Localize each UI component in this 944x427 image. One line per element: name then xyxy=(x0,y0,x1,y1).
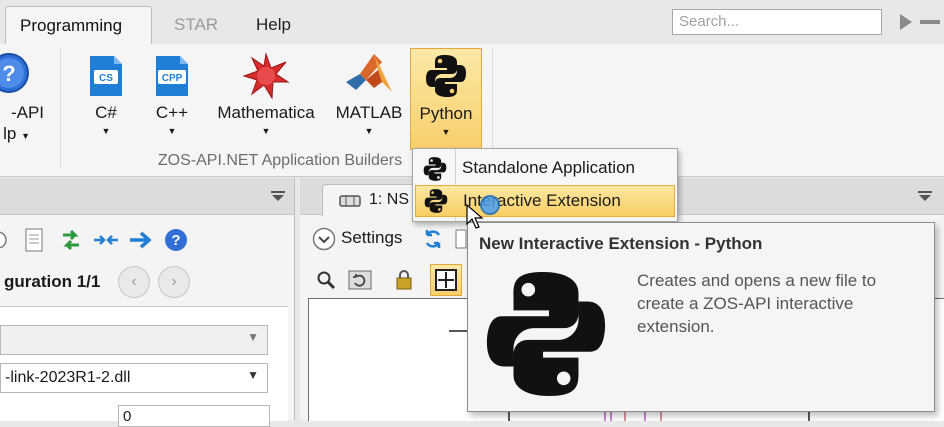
csharp-icon-text: CS xyxy=(99,73,113,84)
ribbon-options-icon[interactable] xyxy=(890,10,944,34)
cpp-file-icon: CPP xyxy=(156,56,188,96)
search-box xyxy=(672,9,882,35)
search-input[interactable] xyxy=(673,10,881,32)
mouse-cursor-icon xyxy=(466,204,484,229)
left-pane: ? guration 1/1 ‹ › ▼ -link-2023R1-2.dll … xyxy=(0,178,295,427)
dll-select-value: -link-2023R1-2.dll xyxy=(5,369,131,386)
python-button[interactable]: Python ▼ xyxy=(410,48,482,150)
next-config-button[interactable]: › xyxy=(158,266,190,298)
mathematica-button[interactable]: Mathematica ▼ xyxy=(212,44,320,154)
arrow-right-icon[interactable] xyxy=(128,230,154,250)
tab-help[interactable]: Help xyxy=(242,6,305,44)
converge-arrows-icon[interactable] xyxy=(93,232,119,248)
tooltip-title: New Interactive Extension - Python xyxy=(479,234,763,253)
csharp-label: C# xyxy=(95,103,117,122)
left-editor-area: ▼ -link-2023R1-2.dll ▼ 0 xyxy=(0,306,288,427)
cpp-button[interactable]: CPP C++ ▼ xyxy=(146,44,198,154)
chevron-down-circle-icon xyxy=(312,227,336,251)
ribbon-group-label: ZOS-API.NET Application Builders xyxy=(157,152,403,169)
radio-icon[interactable] xyxy=(0,230,8,250)
chevron-down-icon: ▼ xyxy=(261,126,271,136)
pane-menu-icon[interactable] xyxy=(917,190,933,202)
api-help-label-line1: -API xyxy=(10,103,44,122)
tab-programming[interactable]: Programming xyxy=(5,6,152,46)
python-logo-icon xyxy=(424,189,448,213)
menu-item-interactive-extension[interactable]: Interactive Extension xyxy=(415,185,675,217)
python-logo-icon xyxy=(486,272,606,396)
menu-item-label: Standalone Application xyxy=(462,158,635,177)
python-dropdown-menu: Standalone Application Interactive Exten… xyxy=(412,148,678,222)
chevron-down-icon: ▼ xyxy=(247,330,259,344)
menu-item-standalone-application[interactable]: Standalone Application xyxy=(414,152,676,184)
reset-view-icon[interactable] xyxy=(348,269,372,291)
mathematica-label: Mathematica xyxy=(217,103,315,122)
help-icon[interactable]: ? xyxy=(164,228,188,252)
left-toolbar: ? xyxy=(0,226,294,254)
prev-config-button[interactable]: ‹ xyxy=(118,266,150,298)
tooltip: New Interactive Extension - Python Creat… xyxy=(467,222,935,412)
settings-label: Settings xyxy=(341,228,403,247)
document-icon[interactable] xyxy=(455,229,467,249)
mathematica-icon xyxy=(242,52,290,100)
api-help-button[interactable]: ? -API lp ▼ xyxy=(0,44,50,154)
document-icon[interactable] xyxy=(24,228,44,252)
lock-icon[interactable] xyxy=(394,268,414,292)
pane-menu-icon[interactable] xyxy=(270,190,286,202)
csharp-file-icon: CS xyxy=(90,56,122,96)
lens-layout-icon xyxy=(339,195,361,207)
matlab-label: MATLAB xyxy=(335,103,403,122)
matlab-icon xyxy=(346,54,392,92)
refresh-icon[interactable] xyxy=(423,227,443,251)
cpp-icon-text: CPP xyxy=(162,73,183,84)
svg-text:?: ? xyxy=(2,61,15,86)
configuration-bar: guration 1/1 ‹ › xyxy=(0,264,294,300)
api-help-label-line2: lp ▼ xyxy=(3,124,30,143)
chevron-down-icon: ▼ xyxy=(441,127,451,137)
python-logo-icon xyxy=(423,157,447,181)
group-separator xyxy=(60,48,61,168)
python-label: Python xyxy=(419,104,473,123)
disabled-combo: ▼ xyxy=(0,325,268,355)
fit-view-icon xyxy=(435,269,457,291)
ribbon-controls xyxy=(890,10,944,34)
ribbon-tab-strip: Programming STAR Help xyxy=(0,0,944,46)
dll-select[interactable]: -link-2023R1-2.dll ▼ xyxy=(0,363,268,393)
chevron-down-icon: ▼ xyxy=(101,126,111,136)
chevron-down-icon: ▼ xyxy=(364,126,374,136)
python-logo-icon xyxy=(426,55,466,97)
chevron-left-icon: ‹ xyxy=(131,273,137,290)
number-field[interactable]: 0 xyxy=(118,405,270,427)
chevron-down-icon: ▼ xyxy=(247,368,259,382)
matlab-button[interactable]: MATLAB ▼ xyxy=(332,44,406,154)
document-tab-label: 1: NS xyxy=(369,191,410,208)
zoom-icon[interactable] xyxy=(316,270,336,290)
tab-star[interactable]: STAR xyxy=(160,6,232,44)
left-pane-header xyxy=(0,178,294,215)
csharp-button[interactable]: CS C# ▼ xyxy=(80,44,132,154)
tooltip-description: Creates and opens a new file to create a… xyxy=(637,271,877,336)
document-tab[interactable]: 1: NS xyxy=(322,184,424,216)
configuration-label: guration 1/1 xyxy=(4,272,101,291)
help-icon: ? xyxy=(0,53,29,93)
swap-arrows-icon[interactable] xyxy=(60,228,82,252)
number-field-value: 0 xyxy=(123,408,132,425)
chevron-right-icon: › xyxy=(171,273,177,290)
chevron-down-icon: ▼ xyxy=(167,126,177,136)
svg-text:?: ? xyxy=(171,232,180,249)
cpp-label: C++ xyxy=(155,103,189,122)
fit-view-button[interactable] xyxy=(430,264,462,296)
